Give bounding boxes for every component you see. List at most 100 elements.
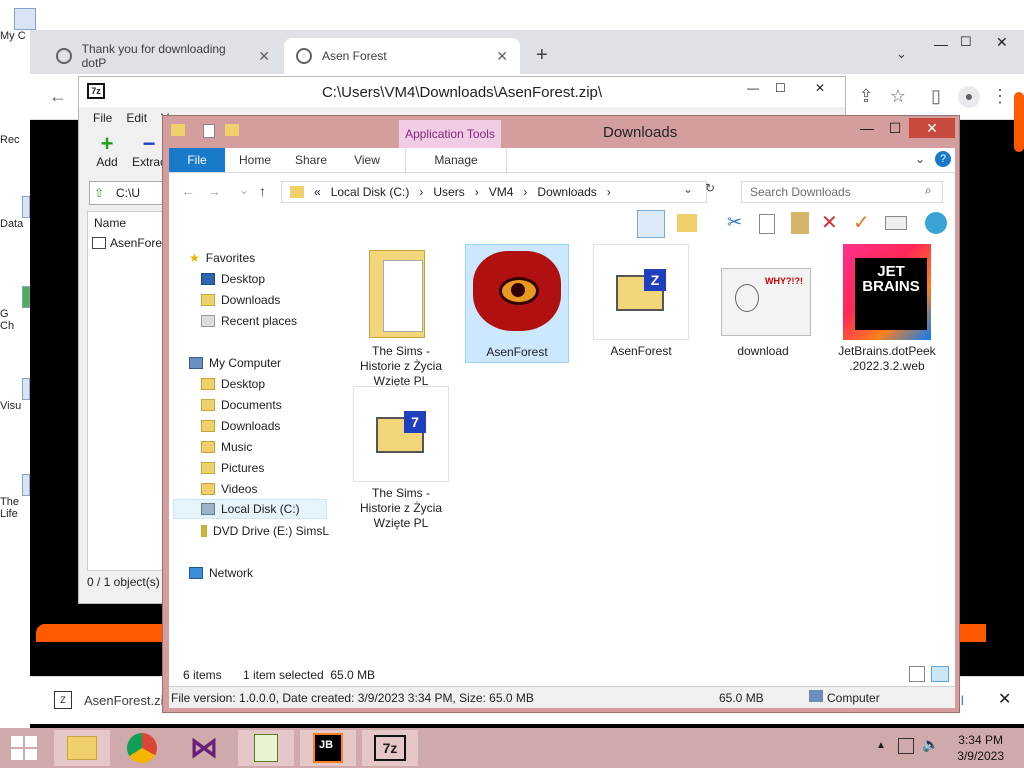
nav-fav-downloads[interactable]: Downloads bbox=[201, 290, 280, 310]
share-icon[interactable]: ⇪ bbox=[856, 86, 876, 106]
copy-icon[interactable] bbox=[759, 214, 775, 234]
large-icons-view-icon[interactable] bbox=[931, 666, 949, 682]
file-item[interactable]: 7 The Sims - Historie z Życia Wzięte PL bbox=[349, 386, 453, 531]
file-item[interactable]: Z AsenForest bbox=[589, 244, 693, 359]
tab-share[interactable]: Share bbox=[287, 148, 335, 172]
history-dropdown-icon[interactable]: ⌄ bbox=[683, 182, 693, 196]
close-icon[interactable]: ✕ bbox=[258, 48, 270, 65]
close-window-button[interactable]: ✕ bbox=[815, 81, 825, 95]
close-icon[interactable]: ✕ bbox=[496, 48, 508, 65]
properties-icon[interactable] bbox=[203, 124, 215, 138]
taskbar-jetbrains[interactable]: JB bbox=[300, 730, 356, 766]
nav-fav-desktop[interactable]: Desktop bbox=[201, 269, 265, 289]
taskbar-7zip[interactable]: 7z bbox=[362, 730, 418, 766]
crumb-local-disk[interactable]: Local Disk (C:) bbox=[331, 185, 410, 199]
search-icon[interactable]: ⌕ bbox=[925, 183, 932, 198]
minimize-button[interactable]: — bbox=[853, 118, 881, 138]
nav-recent-places[interactable]: Recent places bbox=[201, 311, 297, 331]
search-input[interactable]: Search Downloads bbox=[741, 181, 943, 203]
recent-locations-icon[interactable]: ⌄ bbox=[239, 183, 249, 197]
sevenzip-address[interactable]: ⇧ C:\U bbox=[89, 181, 169, 205]
nav-downloads[interactable]: Downloads bbox=[201, 416, 280, 436]
show-hidden-icons[interactable]: ▲ bbox=[876, 740, 886, 751]
back-icon[interactable]: ← bbox=[181, 183, 195, 199]
column-name[interactable]: Name bbox=[94, 216, 126, 230]
nav-music[interactable]: Music bbox=[201, 437, 252, 457]
close-window-button[interactable]: ✕ bbox=[996, 34, 1008, 51]
nav-dvd-drive[interactable]: DVD Drive (E:) SimsL bbox=[201, 521, 329, 541]
crumb-users[interactable]: Users bbox=[433, 185, 464, 199]
expand-ribbon-icon[interactable]: ⌄ bbox=[915, 152, 925, 166]
tab-home[interactable]: Home bbox=[231, 148, 279, 172]
file-item[interactable]: JET BRAINS JetBrains.dotPeek .2022.3.2.w… bbox=[831, 244, 943, 374]
taskbar-explorer[interactable] bbox=[54, 730, 110, 766]
menu-file[interactable]: File bbox=[93, 111, 112, 125]
forward-icon[interactable]: → bbox=[207, 183, 221, 199]
nav-desktop[interactable]: Desktop bbox=[201, 374, 265, 394]
cut-icon[interactable]: ✂ bbox=[727, 212, 742, 233]
file-item[interactable]: AsenForest bbox=[465, 244, 569, 363]
close-download-bar-icon[interactable]: ✕ bbox=[998, 689, 1011, 709]
star-icon[interactable]: ☆ bbox=[888, 86, 908, 106]
file-item[interactable]: The Sims - Historie z Życia Wzięte PL bbox=[349, 244, 453, 389]
details-view-icon[interactable] bbox=[909, 666, 925, 682]
sidebar-icon[interactable]: ▯ bbox=[926, 86, 946, 106]
crumb-vm4[interactable]: VM4 bbox=[489, 185, 514, 199]
refresh-icon[interactable]: ↻ bbox=[705, 181, 715, 195]
explorer-title: Downloads bbox=[603, 124, 678, 141]
breadcrumb[interactable]: « Local Disk (C:) › Users › VM4 › Downloads… bbox=[281, 181, 707, 203]
add-button[interactable]: + Add bbox=[87, 133, 127, 170]
taskbar-notepad[interactable] bbox=[238, 730, 294, 766]
nav-my-computer[interactable]: My Computer bbox=[189, 353, 281, 373]
tab-thank-you[interactable]: Thank you for downloading dotP ✕ bbox=[44, 38, 282, 74]
volume-icon[interactable]: 🔈 bbox=[922, 736, 939, 753]
ribbon-tabs: File Home Share View Manage ⌄ ? bbox=[169, 148, 955, 172]
tab-file[interactable]: File bbox=[169, 148, 225, 172]
new-tab-button[interactable]: + bbox=[536, 44, 548, 67]
close-window-button[interactable]: ✕ bbox=[909, 118, 955, 138]
tab-view[interactable]: View bbox=[345, 148, 389, 172]
start-button[interactable] bbox=[0, 730, 48, 766]
properties-icon[interactable] bbox=[885, 216, 907, 230]
profile-icon[interactable]: ● bbox=[958, 86, 980, 108]
asenforest-exe-icon bbox=[469, 245, 565, 341]
globe-icon[interactable] bbox=[925, 212, 947, 234]
taskbar-chrome[interactable] bbox=[114, 730, 170, 766]
nav-pictures[interactable]: Pictures bbox=[201, 458, 264, 478]
tab-asen-forest[interactable]: Asen Forest ✕ bbox=[284, 38, 520, 74]
tab-manage[interactable]: Manage bbox=[405, 148, 507, 172]
maximize-button[interactable]: ☐ bbox=[881, 118, 909, 138]
paste-icon[interactable] bbox=[791, 212, 809, 234]
nav-videos[interactable]: Videos bbox=[201, 479, 257, 499]
table-row[interactable]: AsenFores bbox=[92, 236, 168, 250]
crumb-downloads[interactable]: Downloads bbox=[537, 185, 596, 199]
folder-options-icon[interactable] bbox=[677, 214, 697, 232]
menu-edit[interactable]: Edit bbox=[126, 111, 147, 125]
page-scrollbar[interactable] bbox=[1014, 92, 1024, 152]
back-icon[interactable]: ← bbox=[48, 86, 68, 106]
zip-archive-icon: Z bbox=[593, 244, 689, 340]
help-icon[interactable]: ? bbox=[935, 151, 951, 167]
taskbar-visual-studio[interactable]: ⋈ bbox=[176, 730, 232, 766]
menu-icon[interactable]: ⋮ bbox=[990, 86, 1010, 106]
file-item[interactable]: WHY?!?! download bbox=[711, 244, 815, 359]
delete-icon[interactable]: ✕ bbox=[821, 210, 838, 235]
download-item[interactable]: AsenForest.zi bbox=[84, 693, 163, 708]
maximize-button[interactable]: ☐ bbox=[775, 81, 786, 95]
new-folder-icon[interactable] bbox=[225, 124, 239, 136]
up-icon[interactable]: ↑ bbox=[259, 183, 266, 199]
preview-pane-icon[interactable] bbox=[637, 210, 665, 238]
up-folder-icon[interactable]: ⇧ bbox=[94, 186, 104, 200]
nav-favorites[interactable]: ★ Favorites bbox=[189, 248, 255, 268]
maximize-button[interactable]: ☐ bbox=[960, 34, 972, 50]
app-icon bbox=[22, 378, 30, 400]
network-tray-icon[interactable] bbox=[898, 738, 914, 754]
nav-network[interactable]: Network bbox=[189, 563, 253, 583]
nav-local-disk[interactable]: Local Disk (C:) bbox=[173, 499, 327, 519]
tab-search-icon[interactable]: ⌄ bbox=[896, 46, 907, 62]
minimize-button[interactable]: — bbox=[934, 36, 948, 52]
nav-documents[interactable]: Documents bbox=[201, 395, 282, 415]
rename-icon[interactable]: ✓ bbox=[853, 210, 870, 235]
minimize-button[interactable]: — bbox=[747, 81, 759, 95]
clock[interactable]: 3:34 PM 3/9/2023 bbox=[957, 732, 1004, 764]
